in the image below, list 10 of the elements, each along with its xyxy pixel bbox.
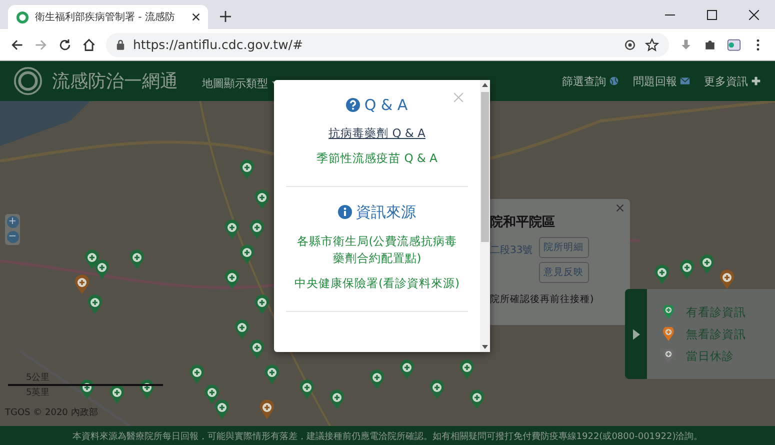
legend-label: 有看診資訊 — [686, 304, 746, 320]
popup-title: 院和平院區 — [490, 214, 556, 231]
disclaimer-text: 本資料來源為醫療院所每日回報，可能與實際情形有落差，建議接種前仍應電洽院所確認。如有相關疑問可撥打免付費防疫專線1922(或0800-001922)洽詢。 — [72, 430, 703, 442]
legend-label: 無看診資訊 — [686, 326, 746, 342]
site-title: 流感防治一網通 — [52, 70, 178, 93]
section-title: 資訊來源 — [356, 202, 416, 222]
legend-label: 當日休診 — [686, 348, 734, 364]
popup-note: 院所確認後再前往接種) — [490, 293, 595, 306]
section-title: Q & A — [364, 96, 408, 114]
map-attribution: TGOS © 2020 內政部 — [5, 406, 98, 419]
